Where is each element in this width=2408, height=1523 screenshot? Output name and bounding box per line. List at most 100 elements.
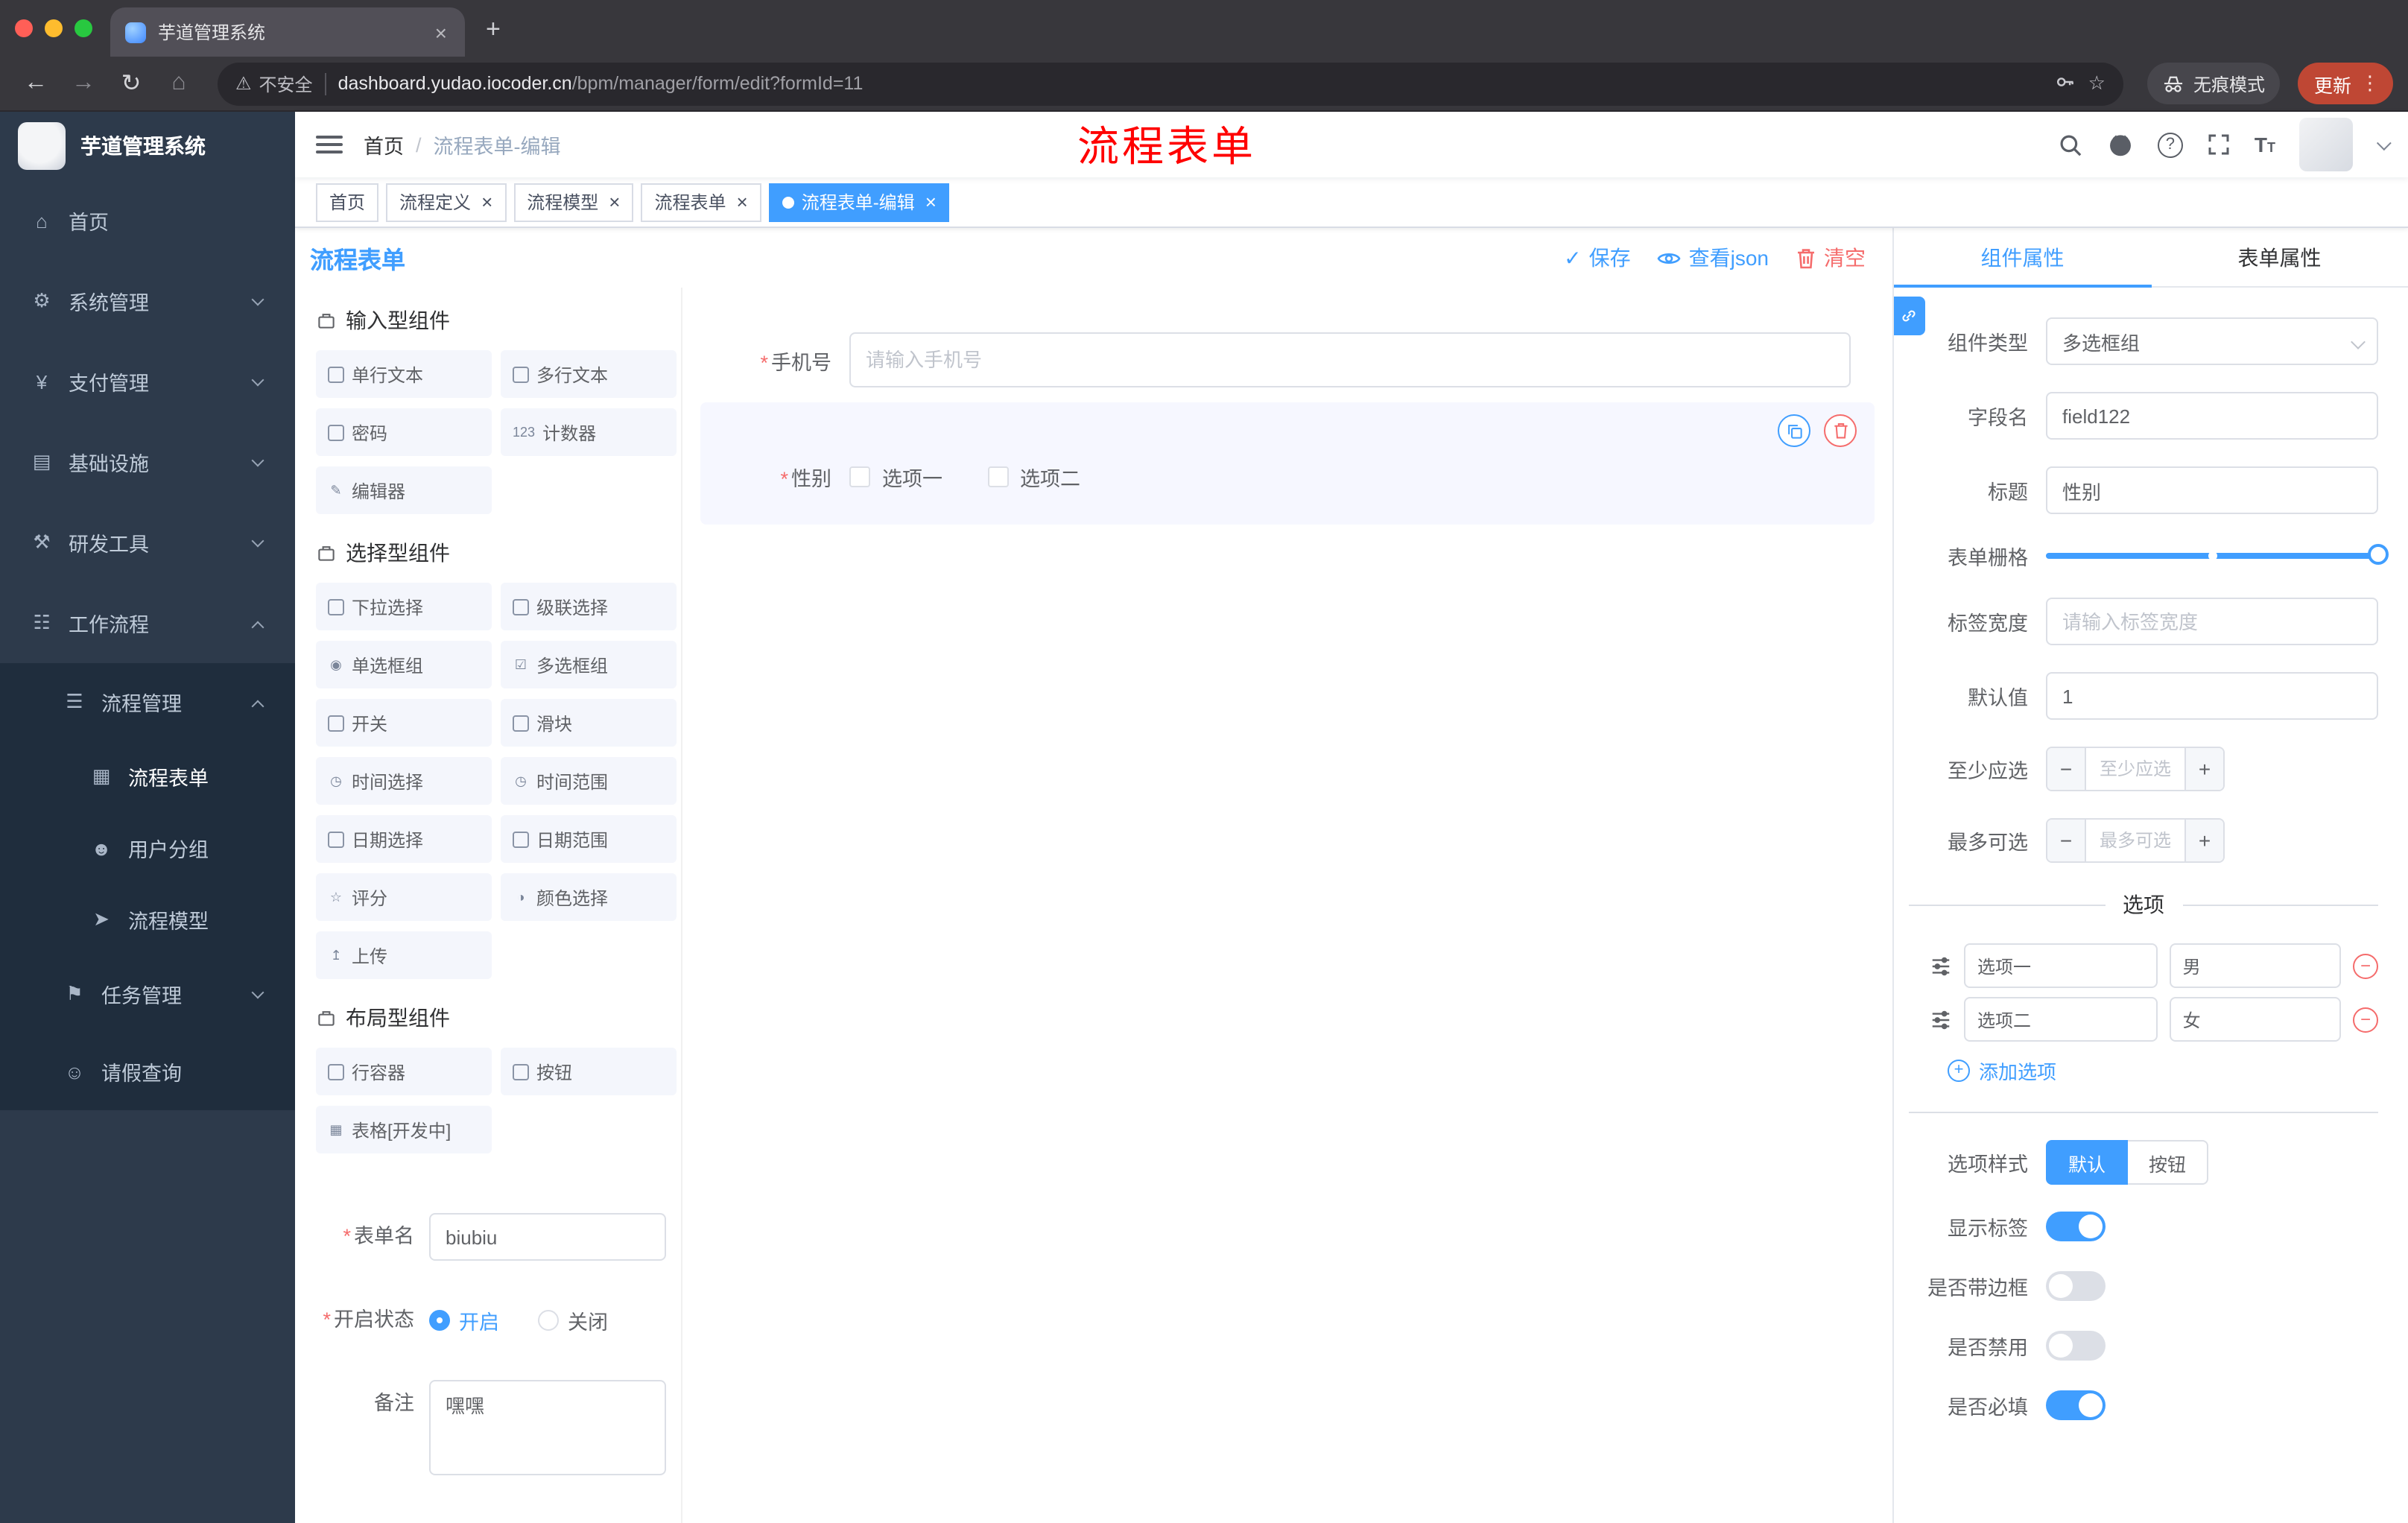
close-tag-icon[interactable]: × [609,192,620,212]
component-chip[interactable]: ☑ 多选框组 [501,641,677,688]
sidebar-item[interactable]: ⚒ 研发工具 [0,502,295,583]
browser-tab[interactable]: 芋道管理系统 × [110,7,465,57]
menu-dots-icon[interactable]: ⋮ [2360,72,2380,95]
remove-option-button[interactable]: − [2353,1007,2378,1032]
zoom-window-button[interactable] [75,19,92,37]
github-icon[interactable] [2107,131,2134,158]
address-bar[interactable]: ⚠ 不安全 dashboard.yudao.iocoder.cn/bpm/man… [218,62,2123,105]
component-chip[interactable]: 行容器 [316,1048,492,1095]
border-switch[interactable] [2046,1271,2106,1301]
sidebar-item[interactable]: ¥ 支付管理 [0,341,295,422]
field-name-input[interactable] [2046,392,2378,440]
sidebar-item[interactable]: ⚙ 系统管理 [0,261,295,341]
component-type-value[interactable] [2046,317,2378,365]
drag-handle-icon[interactable] [1930,1008,1952,1030]
stepper-minus-button[interactable]: − [2047,820,2086,861]
forward-icon[interactable]: → [63,70,104,97]
gender-option1-checkbox[interactable]: 选项一 [849,462,942,492]
close-tab-icon[interactable]: × [432,22,450,42]
browser-update-button[interactable]: 更新 ⋮ [2297,63,2393,104]
component-chip[interactable]: ◑ 颜色选择 [501,873,677,921]
stepper-minus-button[interactable]: − [2047,748,2086,790]
component-type-select[interactable] [2046,317,2378,365]
disabled-switch[interactable] [2046,1331,2106,1361]
form-name-input[interactable] [429,1213,666,1261]
close-tag-icon[interactable]: × [925,192,937,212]
gender-option2-checkbox[interactable]: 选项二 [987,462,1080,492]
component-chip[interactable]: 开关 [316,699,492,747]
phone-field-row[interactable]: * 手机号 [700,332,1851,387]
component-chip[interactable]: 密码 [316,408,492,456]
view-tag[interactable]: 流程模型 × [513,183,634,221]
save-button[interactable]: ✓ 保存 [1564,243,1630,273]
show-label-switch[interactable] [2046,1212,2106,1241]
close-window-button[interactable] [15,19,33,37]
option-label-input[interactable] [1964,943,2158,988]
sidebar-item[interactable]: ☺ 请假查询 [0,1033,295,1110]
component-chip[interactable]: 级联选择 [501,583,677,630]
selected-widget-gender[interactable]: * 性别 选项一 选项二 [700,402,1875,525]
sidebar-collapse-icon[interactable] [316,136,343,153]
component-chip[interactable]: 123 计数器 [501,408,677,456]
component-chip[interactable]: 下拉选择 [316,583,492,630]
max-select-input[interactable] [2086,820,2184,861]
drag-handle-icon[interactable] [1930,954,1952,977]
tab-form-props[interactable]: 表单属性 [2151,228,2408,286]
tag-width-input[interactable] [2046,598,2378,645]
minimize-window-button[interactable] [45,19,63,37]
close-tag-icon[interactable]: × [481,192,492,212]
option-style-button-button[interactable]: 按钮 [2128,1140,2209,1185]
password-key-icon[interactable] [2056,71,2076,96]
clear-button[interactable]: 清空 [1796,243,1866,273]
component-chip[interactable]: 单行文本 [316,350,492,398]
sidebar-item[interactable]: ☻ 用户分组 [0,812,295,884]
view-tag[interactable]: 流程定义 × [386,183,507,221]
bookmark-star-icon[interactable]: ☆ [2088,72,2106,95]
font-size-icon[interactable]: TT [2255,133,2275,156]
component-chip[interactable]: ✎ 编辑器 [316,466,492,514]
component-chip[interactable]: 日期范围 [501,815,677,863]
site-security-chip[interactable]: ⚠ 不安全 [235,71,313,96]
panel-link-badge[interactable] [1894,297,1925,335]
required-switch[interactable] [2046,1390,2106,1420]
option-style-default-button[interactable]: 默认 [2046,1140,2129,1185]
component-chip[interactable]: ◷ 时间范围 [501,757,677,805]
component-chip[interactable]: 滑块 [501,699,677,747]
form-grid-slider[interactable] [2046,544,2389,565]
reload-icon[interactable]: ↻ [110,69,152,98]
incognito-profile-chip[interactable]: 无痕模式 [2146,63,2280,104]
component-chip[interactable]: 日期选择 [316,815,492,863]
tab-component-props[interactable]: 组件属性 [1894,228,2151,288]
home-icon[interactable]: ⌂ [158,70,200,97]
app-logo[interactable]: 芋道管理系统 [0,112,295,180]
sidebar-item[interactable]: ▤ 基础设施 [0,422,295,502]
status-off-radio[interactable]: 关闭 [538,1305,608,1335]
option-label-input[interactable] [1964,997,2158,1042]
sidebar-item[interactable]: ➤ 流程模型 [0,884,295,955]
status-on-radio[interactable]: 开启 [429,1305,499,1335]
sidebar-item[interactable]: ⚑ 任务管理 [0,955,295,1033]
copy-widget-button[interactable] [1778,414,1810,447]
fullscreen-icon[interactable] [2207,133,2231,156]
delete-widget-button[interactable] [1824,414,1857,447]
sidebar-item[interactable]: ☰ 流程管理 [0,663,295,741]
back-icon[interactable]: ← [15,70,57,97]
phone-input[interactable] [849,332,1851,387]
search-icon[interactable] [2058,132,2083,157]
component-chip[interactable]: ☆ 评分 [316,873,492,921]
default-value-input[interactable] [2046,672,2378,720]
stepper-plus-button[interactable]: + [2184,748,2223,790]
min-select-input[interactable] [2086,748,2184,790]
form-remark-textarea[interactable]: 嘿嘿 [429,1380,666,1475]
help-icon[interactable]: ? [2157,132,2183,157]
view-tag[interactable]: 流程表单 × [641,183,761,221]
view-tag[interactable]: 流程表单-编辑 × [768,183,950,221]
component-chip[interactable]: ▦ 表格[开发中] [316,1106,492,1153]
view-tag[interactable]: 首页 × [316,183,379,221]
remove-option-button[interactable]: − [2353,953,2378,978]
option-value-input[interactable] [2169,943,2341,988]
component-chip[interactable]: 按钮 [501,1048,677,1095]
slider-handle[interactable] [2368,544,2389,565]
avatar-caret-down-icon[interactable] [2376,135,2392,151]
add-option-button[interactable]: + 添加选项 [1948,1057,2378,1085]
